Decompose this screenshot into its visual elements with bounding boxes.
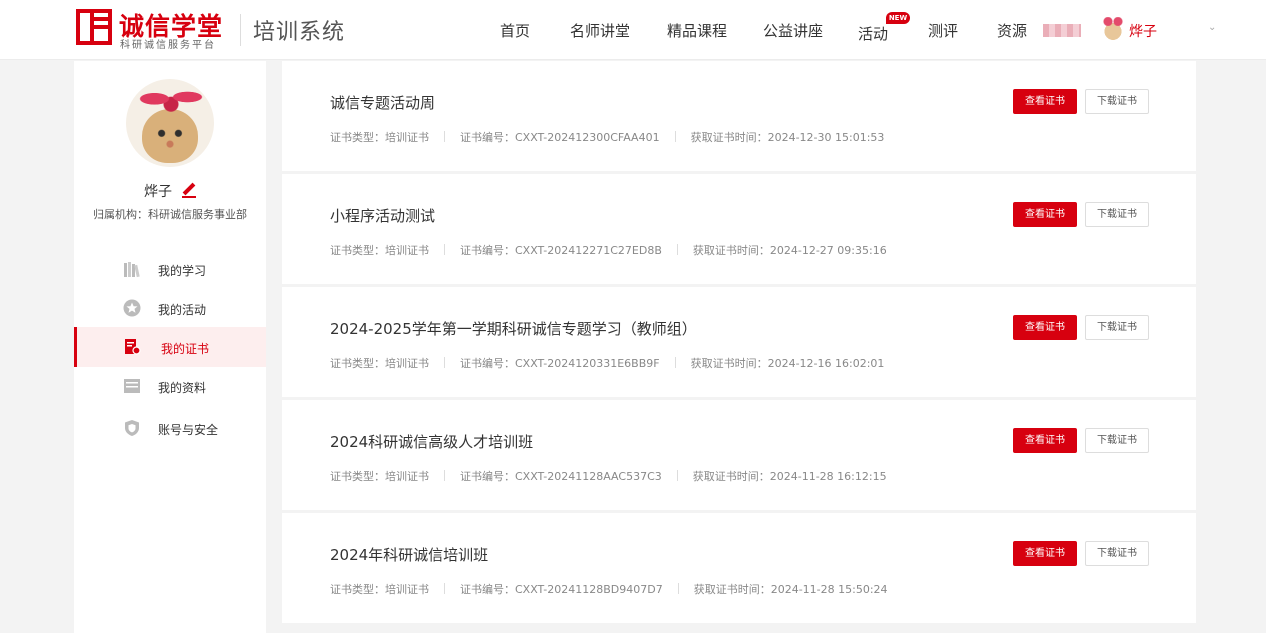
certificate-type: 证书类型：培训证书: [330, 583, 429, 596]
sidebar-item-label: 我的活动: [158, 303, 207, 317]
download-certificate-button[interactable]: 下载证书: [1085, 315, 1149, 340]
certificate-type: 证书类型：培训证书: [330, 131, 429, 144]
nav-item-public-talks[interactable]: 公益讲座: [763, 20, 823, 41]
download-certificate-button[interactable]: 下载证书: [1085, 202, 1149, 227]
nav-item-courses[interactable]: 精品课程: [667, 20, 727, 41]
view-certificate-button[interactable]: 查看证书: [1013, 428, 1077, 453]
profile-org: 归属机构：科研诚信服务事业部: [93, 208, 247, 221]
site-logo[interactable]: 诚信学堂 科研诚信服务平台: [76, 9, 226, 51]
system-title: 培训系统: [253, 20, 346, 45]
certificate-meta: 证书类型：培训证书 证书编号：CXXT-20241128AAC537C3 获取证书时…: [330, 468, 887, 484]
certificate-type: 证书类型：培训证书: [330, 357, 429, 370]
certificate-title: 小程序活动测试: [330, 207, 436, 225]
sidebar-item-label: 我的证书: [161, 342, 210, 356]
certificate-meta: 证书类型：培训证书 证书编号：CXXT-202412300CFAA401 获取证书时…: [330, 129, 884, 145]
sidebar-item-label: 我的学习: [158, 264, 207, 278]
certificate-code: 证书编号：CXXT-20241128BD9407D7: [460, 583, 663, 596]
chevron-down-icon[interactable]: ⌄: [1208, 22, 1216, 33]
certificate-title: 诚信专题活动周: [330, 94, 436, 112]
certificate-time: 获取证书时间：2024-11-28 15:50:24: [693, 583, 888, 596]
download-certificate-button[interactable]: 下载证书: [1085, 428, 1149, 453]
logo-mark-icon: [76, 9, 112, 45]
certificate-card: 诚信专题活动周 证书类型：培训证书 证书编号：CXXT-202412300CFAA…: [282, 61, 1196, 171]
certificate-title: 2024年科研诚信培训班: [330, 546, 489, 564]
top-header: 诚信学堂 科研诚信服务平台 培训系统 首页 名师讲堂 精品课程 公益讲座 活动 …: [0, 0, 1266, 60]
nav-item-lectures[interactable]: 名师讲堂: [570, 20, 630, 41]
sidebar-item-my-profile[interactable]: 我的资料: [74, 366, 266, 406]
certificate-card: 2024科研诚信高级人才培训班 证书类型：培训证书 证书编号：CXXT-20241…: [282, 400, 1196, 510]
certificate-time: 获取证书时间：2024-12-16 16:02:01: [690, 357, 885, 370]
profile-name: 烨子: [144, 184, 172, 200]
certificate-type: 证书类型：培训证书: [330, 470, 429, 483]
view-certificate-button[interactable]: 查看证书: [1013, 202, 1077, 227]
profile-name-row: 烨子: [74, 181, 266, 201]
new-badge: NEW: [886, 12, 910, 24]
profile-card-icon: [124, 379, 140, 393]
certificate-code: 证书编号：CXXT-2024120331E6BB9F: [460, 357, 660, 370]
view-certificate-button[interactable]: 查看证书: [1013, 541, 1077, 566]
sidebar-item-my-certificates[interactable]: 我的证书: [74, 327, 266, 367]
certificate-time: 获取证书时间：2024-11-28 16:12:15: [692, 470, 887, 483]
bow-icon: [138, 79, 204, 115]
view-certificate-button[interactable]: 查看证书: [1013, 315, 1077, 340]
sidebar-item-my-study[interactable]: 我的学习: [74, 249, 266, 289]
nav-item-assessment[interactable]: 测评: [928, 20, 958, 41]
shield-icon: [125, 420, 139, 436]
header-divider: [240, 14, 241, 46]
certificate-title: 2024科研诚信高级人才培训班: [330, 433, 534, 451]
download-certificate-button[interactable]: 下载证书: [1085, 89, 1149, 114]
certificate-card: 2024-2025学年第一学期科研诚信专题学习（教师组） 证书类型：培训证书 证书…: [282, 287, 1196, 397]
edit-icon[interactable]: [182, 183, 196, 198]
header-username[interactable]: 烨子: [1129, 21, 1157, 41]
certificate-card: 小程序活动测试 证书类型：培训证书 证书编号：CXXT-202412271C27E…: [282, 174, 1196, 284]
download-certificate-button[interactable]: 下载证书: [1085, 541, 1149, 566]
sidebar-item-my-activities[interactable]: 我的活动: [74, 288, 266, 328]
certificate-time: 获取证书时间：2024-12-27 09:35:16: [692, 244, 887, 257]
header-avatar[interactable]: [1101, 17, 1125, 41]
sidebar-item-label: 我的资料: [158, 381, 207, 395]
certificate-meta: 证书类型：培训证书 证书编号：CXXT-2024120331E6BB9F 获取证书时…: [330, 355, 884, 371]
books-icon: [124, 262, 140, 278]
nav-item-activities[interactable]: 活动: [858, 23, 888, 44]
certificate-icon: [125, 339, 141, 355]
sidebar-item-label: 账号与安全: [158, 423, 219, 437]
star-icon: [123, 299, 141, 317]
certificate-card: 2024年科研诚信培训班 证书类型：培训证书 证书编号：CXXT-20241128…: [282, 513, 1196, 623]
certificate-meta: 证书类型：培训证书 证书编号：CXXT-20241128BD9407D7 获取证书时…: [330, 581, 888, 597]
blurred-notice: [1043, 24, 1081, 37]
certificate-meta: 证书类型：培训证书 证书编号：CXXT-202412271C27ED8B 获取证书时…: [330, 242, 887, 258]
sidebar-item-account-security[interactable]: 账号与安全: [74, 408, 266, 448]
certificate-time: 获取证书时间：2024-12-30 15:01:53: [690, 131, 885, 144]
certificate-type: 证书类型：培训证书: [330, 244, 429, 257]
certificate-code: 证书编号：CXXT-202412300CFAA401: [460, 131, 660, 144]
nav-item-resources[interactable]: 资源: [997, 20, 1027, 41]
view-certificate-button[interactable]: 查看证书: [1013, 89, 1077, 114]
cat-face-icon: [142, 109, 198, 163]
certificate-code: 证书编号：CXXT-20241128AAC537C3: [460, 470, 662, 483]
avatar[interactable]: [126, 79, 214, 167]
logo-subtitle: 科研诚信服务平台: [120, 40, 216, 51]
nav-item-home[interactable]: 首页: [500, 20, 530, 41]
sidebar: 烨子 归属机构：科研诚信服务事业部 我的学习 我的活动 我的证书 我的资料 账号…: [74, 61, 266, 633]
certificate-code: 证书编号：CXXT-202412271C27ED8B: [460, 244, 662, 257]
certificate-title: 2024-2025学年第一学期科研诚信专题学习（教师组）: [330, 320, 697, 338]
